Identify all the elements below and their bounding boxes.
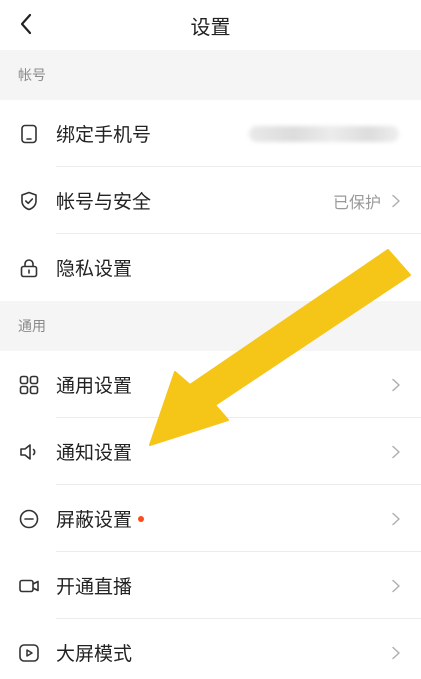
row-label: 绑定手机号: [56, 124, 152, 146]
security-status-value: 已保护: [332, 192, 381, 212]
row-label: 通知设置: [56, 442, 133, 464]
lock-icon: [18, 257, 40, 279]
chevron-right-icon: [389, 194, 403, 208]
row-label-wrap: 屏蔽设置: [56, 505, 389, 532]
phone-icon: [18, 123, 40, 145]
row-account-security[interactable]: 帐号与安全 已保护: [0, 167, 421, 234]
row-notification-settings[interactable]: 通知设置: [0, 418, 421, 485]
row-label: 开通直播: [56, 576, 133, 598]
chevron-right-icon: [389, 512, 403, 526]
section-header-general: 通用: [0, 301, 421, 351]
notification-dot: [138, 515, 145, 522]
row-label: 帐号与安全: [56, 191, 152, 213]
row-big-screen-mode[interactable]: 大屏模式: [0, 619, 421, 679]
row-label: 屏蔽设置: [56, 509, 133, 531]
chevron-right-icon: [389, 378, 403, 392]
chevron-right-icon: [389, 579, 403, 593]
page-title: 设置: [190, 14, 231, 39]
section-header-account: 帐号: [0, 50, 421, 100]
minus-circle-icon: [18, 508, 40, 530]
back-button[interactable]: [8, 6, 44, 42]
row-block-settings[interactable]: 屏蔽设置: [0, 485, 421, 552]
row-label: 大屏模式: [56, 643, 133, 665]
row-label: 通用设置: [56, 375, 133, 397]
chevron-left-icon: [20, 13, 32, 35]
grid-icon: [18, 374, 40, 396]
play-screen-icon: [18, 642, 40, 664]
chevron-right-icon: [389, 445, 403, 459]
shield-check-icon: [18, 190, 40, 212]
row-general-settings[interactable]: 通用设置: [0, 351, 421, 418]
row-start-live[interactable]: 开通直播: [0, 552, 421, 619]
video-camera-icon: [18, 575, 40, 597]
speaker-icon: [18, 441, 40, 463]
chevron-right-icon: [389, 646, 403, 660]
top-bar: 设置: [0, 0, 421, 50]
row-privacy-settings[interactable]: 隐私设置: [0, 234, 421, 301]
row-bind-phone[interactable]: 绑定手机号: [0, 100, 421, 167]
row-label: 隐私设置: [56, 258, 133, 280]
phone-number-blurred: [249, 125, 399, 142]
